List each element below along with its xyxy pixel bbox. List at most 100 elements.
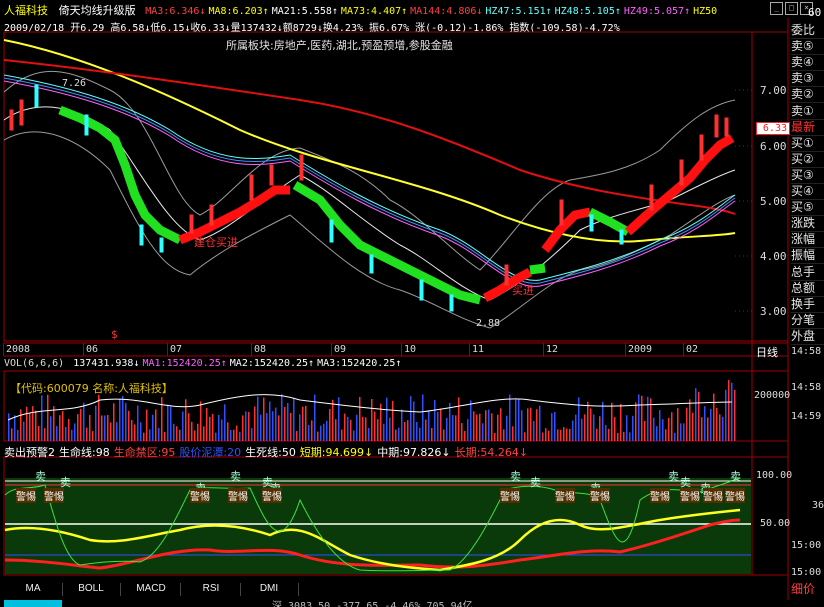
- month-label: 08: [254, 344, 267, 355]
- volume-bar: [731, 382, 733, 441]
- quote-field-label[interactable]: 买⑤: [791, 199, 824, 217]
- candles-down: [34, 84, 624, 312]
- boll-upper-line: [3, 71, 736, 271]
- volume-bar: [197, 423, 199, 441]
- sell-signal: 卖: [668, 470, 679, 483]
- trend-band-green-down: [58, 105, 183, 245]
- volume-bar: [446, 417, 448, 441]
- volume-bar: [101, 415, 103, 441]
- volume-bar: [284, 406, 286, 441]
- volume-bar: [245, 411, 247, 441]
- volume-bar: [59, 415, 61, 441]
- volume-bar: [413, 401, 415, 441]
- quote-field-label[interactable]: 分笔: [791, 312, 824, 329]
- volume-bar: [683, 423, 685, 441]
- volume-bar: [134, 424, 136, 441]
- quote-field-label[interactable]: 卖④: [791, 54, 824, 72]
- volume-bar: [95, 405, 97, 441]
- indicator-tab[interactable]: RSI: [182, 583, 241, 596]
- volume-bar: [539, 405, 541, 441]
- price-tick: 7.00: [760, 84, 787, 97]
- volume-bar: [560, 429, 562, 441]
- volume-bar: [290, 412, 292, 441]
- chart-canvas[interactable]: 7.26: [0, 0, 824, 607]
- quote-field-label[interactable]: 卖⑤: [791, 38, 824, 56]
- right-tick-36: 36: [812, 500, 824, 511]
- quote-field-label[interactable]: 委比: [791, 22, 824, 39]
- quote-field-label[interactable]: 买①: [791, 135, 824, 152]
- volume-bar: [710, 408, 712, 441]
- quote-field-label[interactable]: 总手: [791, 264, 824, 281]
- warn-signal: 警惕: [44, 488, 64, 503]
- sell-signal: 卖: [530, 476, 541, 489]
- quote-field-label[interactable]: 最新: [791, 119, 824, 136]
- volume-ma-line: [7, 394, 733, 421]
- volume-bar: [224, 404, 226, 441]
- volume-bar: [488, 409, 490, 441]
- volume-bar: [509, 394, 511, 441]
- indicator-tab[interactable]: MACD: [122, 583, 181, 596]
- volume-bar: [695, 388, 697, 441]
- price-tick: 4.00: [760, 250, 787, 263]
- volume-bar: [191, 421, 193, 441]
- volume-bar: [278, 415, 280, 441]
- current-price-tag: 6.33: [756, 122, 790, 135]
- volume-bar: [647, 396, 649, 441]
- volume-bar: [383, 423, 385, 441]
- quote-field-label[interactable]: 涨跌: [791, 215, 824, 233]
- volume-bar: [698, 391, 700, 441]
- volume-tick-200000: 200000: [754, 390, 791, 401]
- quote-field-label[interactable]: 买②: [791, 151, 824, 168]
- volume-bar: [275, 407, 277, 441]
- indicator-tab[interactable]: BOLL: [62, 583, 121, 596]
- volume-bar: [371, 398, 373, 441]
- quote-field-label[interactable]: 卖③: [791, 70, 824, 88]
- volume-bar: [374, 411, 376, 441]
- quote-field-label[interactable]: 外盘: [791, 328, 824, 345]
- volume-bar: [32, 406, 34, 441]
- volume-bar: [344, 413, 346, 441]
- indicator-tab[interactable]: DMI: [240, 583, 299, 596]
- volume-bar: [167, 404, 169, 441]
- volume-bar: [572, 420, 574, 441]
- volume-bar: [140, 422, 142, 441]
- quote-field-label[interactable]: 换手: [791, 296, 824, 313]
- volume-bar: [473, 411, 475, 441]
- detail-price-label[interactable]: 细价: [791, 580, 815, 597]
- quote-field-label[interactable]: 买④: [791, 183, 824, 200]
- volume-bar: [65, 426, 67, 441]
- volume-bar: [458, 397, 460, 441]
- volume-bar: [263, 397, 265, 441]
- volume-bar: [158, 427, 160, 441]
- volume-bar: [41, 395, 43, 441]
- volume-bar: [272, 411, 274, 441]
- price-tick: 3.00: [760, 305, 787, 318]
- quote-field-label[interactable]: 总额: [791, 280, 824, 297]
- sell-signal: 卖: [230, 470, 241, 483]
- volume-bar: [659, 410, 661, 441]
- volume-bar: [131, 420, 133, 441]
- volume-bar: [350, 419, 352, 441]
- volume-bar: [638, 394, 640, 441]
- volume-bar: [17, 429, 19, 441]
- price-grid: [735, 89, 752, 312]
- volume-bar: [599, 416, 601, 441]
- quote-field-label[interactable]: 振幅: [791, 247, 824, 265]
- volume-bar: [389, 417, 391, 441]
- volume-bar: [404, 421, 406, 441]
- volume-bar: [89, 414, 91, 441]
- quote-field-label[interactable]: 卖②: [791, 86, 824, 104]
- period-label[interactable]: 日线: [756, 344, 778, 360]
- quote-field-label[interactable]: 涨幅: [791, 231, 824, 249]
- volume-bar: [92, 431, 94, 441]
- volume-bar: [44, 428, 46, 441]
- volume-bar: [422, 394, 424, 441]
- indicator-value: 短期:94.699↓: [299, 446, 374, 459]
- volume-bar: [161, 397, 163, 441]
- trend-band-green-3: [529, 263, 546, 275]
- quote-field-label[interactable]: 卖①: [791, 103, 824, 120]
- indicator-tab[interactable]: MA: [4, 583, 63, 596]
- volume-bar: [671, 412, 673, 441]
- volume-bar: [482, 423, 484, 441]
- quote-field-label[interactable]: 买③: [791, 167, 824, 184]
